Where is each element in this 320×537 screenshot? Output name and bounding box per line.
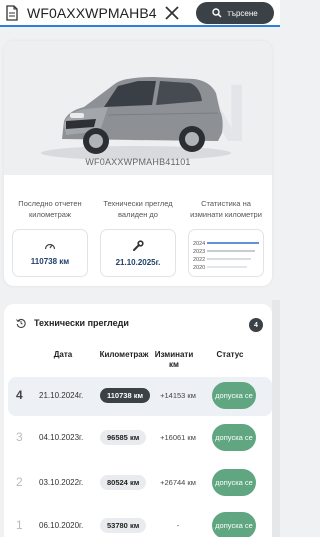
row-number: 3 xyxy=(16,430,23,444)
row-number: 1 xyxy=(16,518,23,532)
row-number: 2 xyxy=(16,475,23,489)
vin-code: WF0AXXWPMAHB41101 xyxy=(85,157,191,167)
stats-row: Последно отчетен километраж 110738 км Те… xyxy=(12,193,264,277)
inspections-card: Технически прегледи 4 Дата Километраж Из… xyxy=(4,304,272,537)
inspection-row[interactable]: 1 06.10.2020г. 53780 км - допуска се xyxy=(8,507,272,537)
search-input[interactable]: WF0AXXWPMAHB41101 xyxy=(27,5,157,21)
row-diff: +14153 км xyxy=(160,391,196,400)
speedometer-icon xyxy=(44,243,56,249)
inspection-valid-stat: Технически преглед валиден до 21.10.2025… xyxy=(100,193,176,277)
history-icon xyxy=(16,318,26,328)
row-km-badge: 96585 км xyxy=(100,430,147,445)
row-number: 4 xyxy=(16,388,23,402)
vehicle-hero: VIN xyxy=(4,41,272,175)
inspection-row[interactable]: 2 03.10.2022г. 80524 км +26744 км допуск… xyxy=(8,464,272,503)
close-icon[interactable] xyxy=(163,4,181,22)
document-icon xyxy=(6,4,18,21)
inspection-valid-box: 21.10.2025г. xyxy=(100,229,176,277)
row-km-badge: 80524 км xyxy=(100,475,147,490)
row-diff: +16061 км xyxy=(160,433,196,442)
km-chart-label: Статистика на изминати километри xyxy=(190,199,262,219)
col-header-status: Статус xyxy=(216,350,244,359)
km-mini-chart-svg: 2024 2023 2022 2020 xyxy=(193,241,259,271)
km-chart-stat: Статистика на изминати километри 2024 202… xyxy=(188,193,264,277)
last-km-label: Последно отчетен километраж xyxy=(18,199,82,219)
mini-chart-year-label: 2022 xyxy=(193,257,205,263)
row-diff: - xyxy=(176,521,180,530)
vehicle-card: VIN WF0AXXWPMAHB41101 Последно отчетен к… xyxy=(4,41,272,286)
car-image xyxy=(41,77,231,160)
inspections-title: Технически прегледи xyxy=(34,318,129,328)
row-status-badge: допуска се xyxy=(212,512,256,537)
inspection-valid-value: 21.10.2025г. xyxy=(115,257,161,267)
col-header-date: Дата xyxy=(53,350,73,359)
mini-chart-year-label: 2023 xyxy=(193,249,205,255)
row-status-badge: допуска се xyxy=(212,382,256,409)
inspection-row[interactable]: 4 21.10.2024г. 110738 км +14153 км допус… xyxy=(8,377,272,416)
wrench-icon xyxy=(133,239,144,251)
inspection-valid-label: Технически преглед валиден до xyxy=(103,199,173,219)
row-km-badge: 53780 км xyxy=(100,518,147,533)
row-diff: +26744 км xyxy=(160,478,196,487)
scrollbar-track[interactable] xyxy=(272,300,280,537)
col-header-diff: Изминати км xyxy=(154,350,194,369)
mini-chart-year-label: 2024 xyxy=(193,241,205,247)
search-button-label: търсене xyxy=(227,8,258,18)
col-header-km: Километраж xyxy=(99,350,149,359)
row-date: 06.10.2020г. xyxy=(39,521,84,530)
row-km-badge: 110738 км xyxy=(100,388,150,403)
inspections-count-badge: 4 xyxy=(249,318,263,332)
last-km-box: 110738 км xyxy=(12,229,88,277)
km-mini-chart[interactable]: 2024 2023 2022 2020 xyxy=(188,229,264,277)
row-date: 03.10.2022г. xyxy=(39,478,84,487)
row-date: 21.10.2024г. xyxy=(39,391,84,400)
row-date: 04.10.2023г. xyxy=(39,433,84,442)
last-km-value: 110738 км xyxy=(30,256,70,266)
mini-chart-year-label: 2020 xyxy=(193,265,205,271)
inspection-row[interactable]: 3 04.10.2023г. 96585 км +16061 км допуск… xyxy=(8,419,272,458)
search-icon xyxy=(212,8,222,18)
row-status-badge: допуска се xyxy=(212,424,256,451)
search-button[interactable]: търсене xyxy=(196,2,274,24)
row-status-badge: допуска се xyxy=(212,469,256,496)
search-bar: WF0AXXWPMAHB41101 търсене xyxy=(0,0,280,27)
inspections-header: Технически прегледи xyxy=(16,318,129,328)
last-km-stat: Последно отчетен километраж 110738 км xyxy=(12,193,88,277)
